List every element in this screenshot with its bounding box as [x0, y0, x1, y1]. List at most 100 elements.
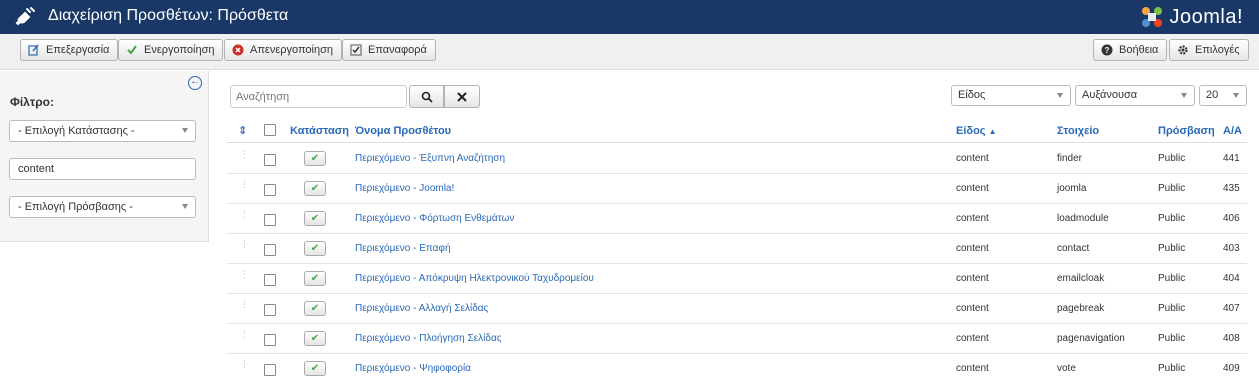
sort-field-select[interactable]: Είδος: [951, 85, 1071, 106]
plugin-access: Public: [1158, 183, 1186, 194]
search-input[interactable]: [230, 85, 407, 108]
select-all-checkbox[interactable]: [264, 124, 276, 136]
row-checkbox[interactable]: [264, 184, 276, 196]
plugin-access: Public: [1158, 333, 1186, 344]
status-column-header[interactable]: Κατάσταση: [290, 125, 349, 137]
plugin-element: emailcloak: [1057, 273, 1105, 284]
plugin-element: pagebreak: [1057, 303, 1105, 314]
svg-text:?: ?: [1104, 46, 1109, 55]
plugin-access: Public: [1158, 153, 1186, 164]
row-checkbox[interactable]: [264, 154, 276, 166]
check-icon: ✔: [310, 333, 320, 344]
plugin-icon: [15, 7, 35, 26]
table-header: ⇕ Κατάσταση Όνομα Προσθέτου Είδος ▲ Στοι…: [227, 121, 1247, 143]
type-column-header-label: Είδος: [956, 125, 986, 137]
checkin-button[interactable]: Επαναφορά: [342, 39, 436, 61]
sort-asc-icon: ▲: [988, 127, 997, 136]
checkbox-icon: [349, 44, 362, 57]
row-checkbox[interactable]: [264, 334, 276, 346]
limit-value: 20: [1206, 89, 1219, 101]
check-icon: ✔: [310, 303, 320, 314]
enabled-status-button[interactable]: ✔: [304, 181, 326, 196]
check-icon: ✔: [310, 363, 320, 374]
search-icon: [421, 91, 433, 103]
gear-icon: [1176, 44, 1189, 57]
close-icon: [457, 91, 467, 102]
help-button[interactable]: ? Βοήθεια: [1093, 39, 1168, 61]
row-checkbox[interactable]: [264, 244, 276, 256]
row-checkbox[interactable]: [264, 274, 276, 286]
disable-icon: [231, 44, 244, 57]
access-filter-select[interactable]: - Επιλογή Πρόσβασης -: [9, 196, 196, 218]
enabled-status-button[interactable]: ✔: [304, 211, 326, 226]
id-column-header[interactable]: Α/Α: [1223, 125, 1242, 137]
plugin-element: vote: [1057, 363, 1076, 374]
enabled-status-button[interactable]: ✔: [304, 151, 326, 166]
enabled-status-button[interactable]: ✔: [304, 301, 326, 316]
plugin-name-link[interactable]: Περιεχόμενο - Ψηφοφορία: [355, 363, 471, 374]
enabled-status-button[interactable]: ✔: [304, 331, 326, 346]
drag-handle-icon[interactable]: ⋮: [240, 240, 249, 253]
drag-handle-icon[interactable]: ⋮: [240, 270, 249, 283]
filter-sidebar: ← Φίλτρο: - Επιλογή Κατάστασης - content…: [0, 71, 209, 242]
limit-select[interactable]: 20: [1199, 85, 1247, 106]
disable-button[interactable]: Απενεργοποίηση: [224, 39, 342, 61]
drag-handle-icon[interactable]: ⋮: [240, 300, 249, 313]
edit-button[interactable]: Επεξεργασία: [20, 39, 119, 61]
plugin-type: content: [956, 333, 989, 344]
row-checkbox[interactable]: [264, 214, 276, 226]
plugin-name-link[interactable]: Περιεχόμενο - Επαφή: [355, 243, 451, 254]
ordering-sort-icon[interactable]: ⇕: [238, 124, 247, 137]
access-column-header[interactable]: Πρόσβαση: [1158, 125, 1215, 137]
chevron-down-icon: [1233, 93, 1239, 98]
plugin-name-link[interactable]: Περιεχόμενο - Joomla!: [355, 183, 454, 194]
name-column-header[interactable]: Όνομα Προσθέτου: [355, 125, 451, 137]
table-row: ⋮ ✔ Περιεχόμενο - Αλλαγή Σελίδας content…: [227, 294, 1247, 324]
element-column-header[interactable]: Στοιχείο: [1057, 125, 1099, 137]
table-row: ⋮ ✔ Περιεχόμενο - Πλοήγηση Σελίδας conte…: [227, 324, 1247, 354]
drag-handle-icon[interactable]: ⋮: [240, 360, 249, 373]
filter-label: Φίλτρο:: [10, 95, 54, 109]
joomla-logo[interactable]: Joomla!: [1139, 1, 1243, 33]
help-button-label: Βοήθεια: [1119, 44, 1159, 56]
type-column-header[interactable]: Είδος ▲: [956, 125, 997, 137]
options-button[interactable]: Επιλογές: [1169, 39, 1249, 61]
help-icon: ?: [1100, 44, 1113, 57]
disable-button-label: Απενεργοποίηση: [250, 44, 333, 56]
sort-field-value: Είδος: [958, 89, 986, 101]
plugin-element: loadmodule: [1057, 213, 1109, 224]
check-icon: ✔: [310, 183, 320, 194]
status-filter-select[interactable]: - Επιλογή Κατάστασης -: [9, 120, 196, 142]
drag-handle-icon[interactable]: ⋮: [240, 210, 249, 223]
plugin-access: Public: [1158, 213, 1186, 224]
status-filter-value: - Επιλογή Κατάστασης -: [18, 125, 135, 137]
enable-button[interactable]: Ενεργοποίηση: [118, 39, 224, 61]
plugin-name-link[interactable]: Περιεχόμενο - Έξυπνη Αναζήτηση: [355, 153, 505, 164]
toolbar: Επεξεργασία Ενεργοποίηση Απενεργοποίηση …: [0, 34, 1259, 70]
table-row: ⋮ ✔ Περιεχόμενο - Joomla! content joomla…: [227, 174, 1247, 204]
plugin-access: Public: [1158, 303, 1186, 314]
plugin-access: Public: [1158, 363, 1186, 374]
drag-handle-icon[interactable]: ⋮: [240, 150, 249, 163]
plugin-id: 407: [1223, 303, 1240, 314]
enabled-status-button[interactable]: ✔: [304, 271, 326, 286]
drag-handle-icon[interactable]: ⋮: [240, 330, 249, 343]
row-checkbox[interactable]: [264, 304, 276, 316]
collapse-sidebar-icon[interactable]: ←: [188, 76, 202, 90]
checkin-button-label: Επαναφορά: [368, 44, 427, 56]
folder-filter-select[interactable]: content: [9, 158, 196, 180]
row-checkbox[interactable]: [264, 364, 276, 376]
edit-button-label: Επεξεργασία: [46, 44, 110, 56]
enabled-status-button[interactable]: ✔: [304, 241, 326, 256]
enabled-status-button[interactable]: ✔: [304, 361, 326, 376]
sort-direction-select[interactable]: Αυξάνουσα: [1075, 85, 1195, 106]
plugin-name-link[interactable]: Περιεχόμενο - Απόκρυψη Ηλεκτρονικού Ταχυ…: [355, 273, 594, 284]
plugin-name-link[interactable]: Περιεχόμενο - Φόρτωση Ενθεμάτων: [355, 213, 514, 224]
drag-handle-icon[interactable]: ⋮: [240, 180, 249, 193]
plugin-element: joomla: [1057, 183, 1087, 194]
clear-search-button[interactable]: [444, 85, 480, 108]
enable-button-label: Ενεργοποίηση: [144, 44, 215, 56]
plugin-name-link[interactable]: Περιεχόμενο - Πλοήγηση Σελίδας: [355, 333, 502, 344]
search-button[interactable]: [409, 85, 444, 108]
plugin-name-link[interactable]: Περιεχόμενο - Αλλαγή Σελίδας: [355, 303, 488, 314]
